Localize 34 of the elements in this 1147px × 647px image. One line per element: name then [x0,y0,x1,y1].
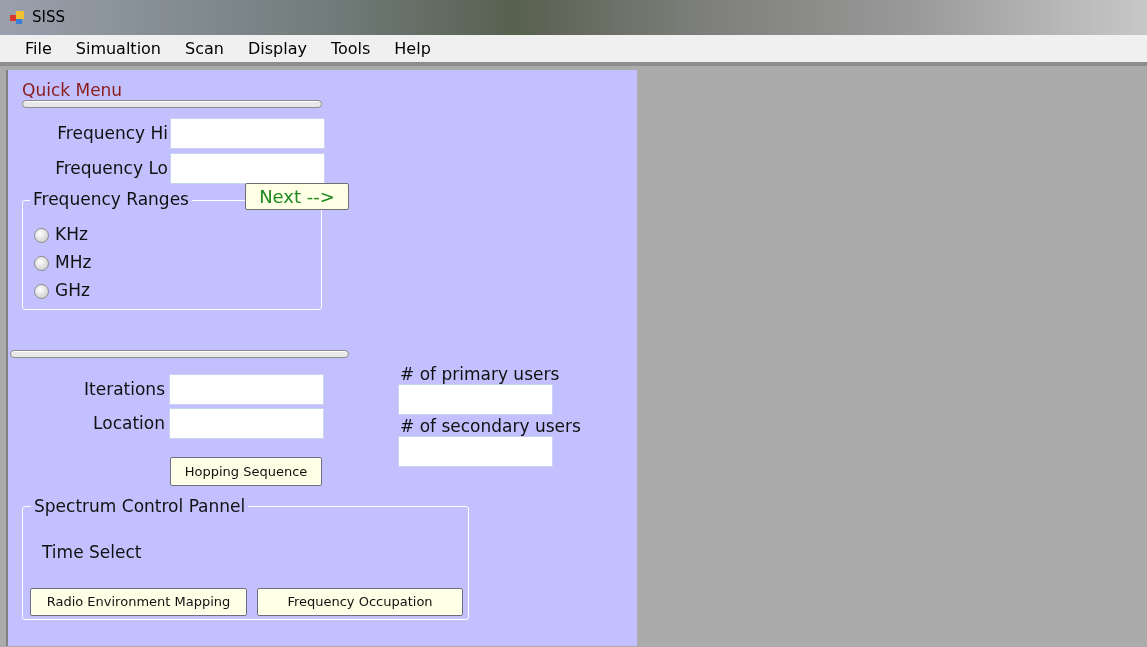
radio-label: KHz [55,223,88,247]
text-field[interactable] [398,384,553,415]
field-label: # of primary users [399,365,561,384]
text-field[interactable] [398,436,553,467]
radio-button[interactable] [34,255,49,271]
field-label: Location [92,411,166,435]
next-button[interactable]: Next --> [245,183,349,210]
field-label: Iterations [83,377,166,401]
radio-button[interactable] [34,283,49,299]
text-field[interactable] [170,118,325,149]
menu-item[interactable]: Display [238,36,316,61]
radio-label: GHz [55,279,90,303]
window-title: SISS [32,7,65,29]
action-button[interactable]: Frequency Occupation [257,587,463,616]
menu-item[interactable]: File [16,36,61,61]
action-button[interactable]: Radio Environment Mapping [30,587,247,616]
menu-item[interactable]: Help [385,36,440,61]
menu-item[interactable]: Scan [176,36,233,61]
menu-item[interactable]: Tools [321,36,380,61]
app-icon [10,9,26,26]
radio-label: MHz [55,251,92,275]
quick-menu-title: Quick Menu [22,80,123,100]
text-field[interactable] [169,408,324,439]
group-title: Spectrum Control Pannel [31,496,249,516]
field-label: Frequency Hi [56,121,169,145]
text-field[interactable] [170,153,325,184]
group-title: Frequency Ranges [30,189,192,209]
time-select-label: Time Select [42,542,142,562]
text-field[interactable] [169,374,324,405]
action-button[interactable]: Hopping Sequence [170,457,322,486]
menu-item[interactable]: Simualtion [66,36,170,61]
field-label: # of secondary users [399,417,581,436]
radio-button[interactable] [34,227,49,243]
field-label: Frequency Lo [54,156,169,180]
